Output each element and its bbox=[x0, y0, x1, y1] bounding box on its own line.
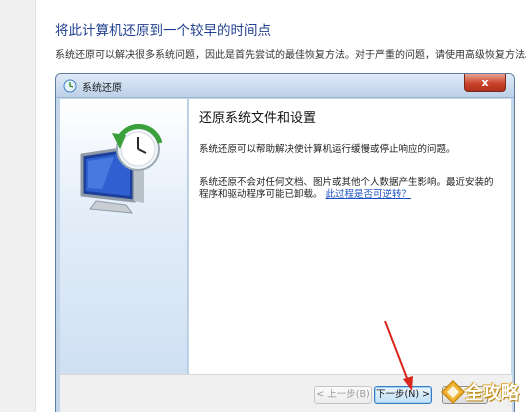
dialog-title: 系统还原 bbox=[82, 83, 122, 94]
restore-monitor-icon bbox=[80, 123, 163, 214]
reversible-link[interactable]: 此过程是否可逆转？ bbox=[326, 189, 412, 200]
intro-text: 系统还原可以帮助解决使计算机运行缓慢或停止响应的问题。 bbox=[199, 144, 456, 155]
content-title: 还原系统文件和设置 bbox=[199, 111, 317, 126]
next-button[interactable]: 下一步(N) > bbox=[374, 386, 432, 404]
system-restore-icon bbox=[63, 79, 77, 93]
page-heading: 将此计算机还原到一个较早的时间点 bbox=[55, 23, 271, 39]
dialog-content: 还原系统文件和设置 系统还原可以帮助解决使计算机运行缓慢或停止响应的问题。 系统… bbox=[189, 99, 511, 374]
page-description: 系统还原可以解决很多系统问题，因此是首先尝试的最佳恢复方法。对于严重的问题，请使… bbox=[55, 50, 526, 61]
watermark: 全攻略 bbox=[440, 377, 522, 409]
left-margin-strip bbox=[0, 0, 36, 412]
back-button[interactable]: < 上一步(B) bbox=[314, 386, 372, 404]
system-restore-dialog: 系统还原 x 还原系统文件和设置 系统还原可以帮助解决使计算机运行缓慢或停止响应… bbox=[55, 73, 515, 412]
dialog-side-panel bbox=[60, 99, 188, 374]
info-text: 系统还原不会对任何文档、图片或其他个人数据产生影响。最近安装的程序和驱动程序可能… bbox=[199, 177, 499, 201]
close-icon: x bbox=[481, 76, 489, 89]
dialog-titlebar[interactable]: 系统还原 x bbox=[56, 74, 514, 98]
close-button[interactable]: x bbox=[464, 74, 506, 92]
watermark-text: 全攻略 bbox=[465, 383, 519, 404]
watermark-logo-icon bbox=[440, 379, 466, 405]
